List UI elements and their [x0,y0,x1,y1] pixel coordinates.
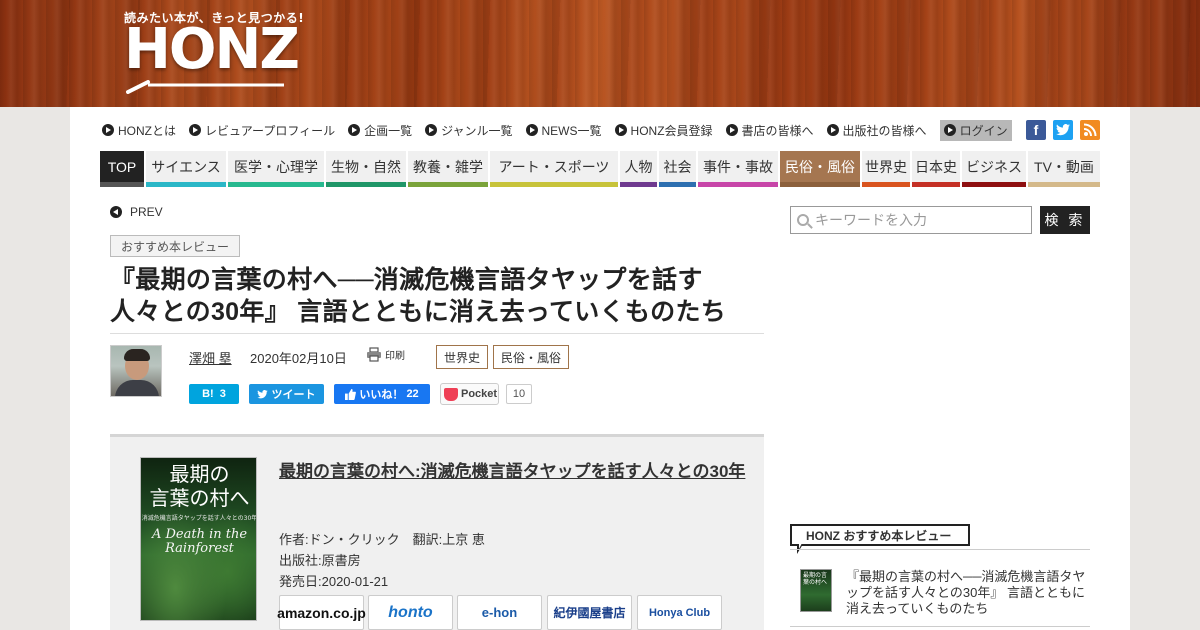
store-honto[interactable]: honto [368,595,453,630]
facebook-like-button[interactable]: いいね！ 22 [334,384,430,404]
recommended-thumbnail[interactable]: 最期の言葉の村へ [800,569,832,612]
book-release-date: 発売日:2020-01-21 [279,574,389,589]
genre-tab-top[interactable]: TOP [100,151,144,187]
nav-reviewers[interactable]: レビュアープロフィール [189,122,335,139]
book-author: 作者:ドン・クリック 翻訳:上京 恵 [279,532,485,547]
book-publisher: 出版社:原書房 [279,553,361,568]
twitter-icon [257,389,269,398]
store-honya-club[interactable]: Honya Club [637,595,722,630]
search-button[interactable]: 検 索 [1040,206,1090,234]
divider [110,333,764,334]
store-ehon[interactable]: e-hon [457,595,542,630]
publish-date: 2020年02月10日 [250,351,347,366]
tweet-button[interactable]: ツイート [249,384,324,404]
pocket-icon [444,387,458,401]
tag-folklore[interactable]: 民俗・風俗 [493,345,569,369]
nav-genres[interactable]: ジャンル一覧 [425,122,513,139]
cover-subtitle: 消滅危機言語タヤップを話す人々との30年 [141,515,257,522]
nav-about[interactable]: HONZとは [102,122,176,139]
recommended-heading: HONZ おすすめ本レビュー [790,524,970,546]
nav-register[interactable]: HONZ会員登録 [614,122,713,139]
genre-tab-folklore[interactable]: 民俗・風俗 [780,151,860,187]
pocket-count: 10 [506,384,532,404]
divider [790,626,1090,627]
print-button[interactable]: 印刷 [366,347,405,362]
book-title-link[interactable]: 最期の言葉の村へ:消滅危機言語タヤップを話す人々との30年 [279,458,749,486]
nav-bookstores[interactable]: 書店の皆様へ [725,122,814,139]
search-icon [797,214,809,226]
genre-tab-world-history[interactable]: 世界史 [862,151,910,187]
genre-tab-science[interactable]: サイエンス [146,151,226,187]
arrow-right-icon [348,124,361,136]
rss-icon[interactable] [1080,120,1100,140]
genre-tab-people[interactable]: 人物 [620,151,657,187]
arrow-right-icon [525,124,538,136]
genre-tab-biology[interactable]: 生物・自然 [326,151,406,187]
printer-icon [367,347,381,362]
genre-tab-art-sports[interactable]: アート・スポーツ [490,151,618,187]
nav-projects[interactable]: 企画一覧 [348,122,412,139]
article-title: 『最期の言葉の村へ──消滅危機言語タヤップを話す 人々との30年』 言語とともに… [110,266,727,326]
store-kinokuniya[interactable]: 紀伊國屋書店 [547,595,632,630]
nav-publishers[interactable]: 出版社の皆様へ [826,122,927,139]
cover-title: 最期の 言葉の村へ [149,462,250,510]
genre-tab-society[interactable]: 社会 [659,151,696,187]
cover-english-title: A Death in the Rainforest [151,527,248,556]
logo-magnifier-icon [126,80,284,94]
search-field[interactable]: キーワードを入力 [790,206,1032,234]
arrow-right-icon [943,124,956,136]
author-name[interactable]: 澤畑 塁 [189,348,232,367]
site-logo[interactable]: HONZ [124,22,300,78]
arrow-right-icon [725,124,738,136]
store-amazon[interactable]: amazon.co.jp [277,595,366,630]
genre-navigation: TOP サイエンス 医学・心理学 生物・自然 教養・雑学 アート・スポーツ 人物… [100,151,1100,187]
nav-news[interactable]: NEWS一覧 [525,122,602,139]
genre-tab-medicine[interactable]: 医学・心理学 [228,151,324,187]
arrow-right-icon [189,124,201,136]
genre-tab-culture[interactable]: 教養・雑学 [408,151,488,187]
genre-tab-tv-video[interactable]: TV・動画 [1028,151,1100,187]
prev-link[interactable]: PREV [110,205,163,219]
top-navigation: HONZとは レビュアープロフィール 企画一覧 ジャンル一覧 NEWS一覧 HO… [102,119,1012,141]
genre-tab-japan-history[interactable]: 日本史 [912,151,960,187]
thumbs-up-icon [345,388,357,400]
genre-tab-business[interactable]: ビジネス [962,151,1026,187]
search-input[interactable]: キーワードを入力 [815,210,927,230]
category-label[interactable]: おすすめ本レビュー [110,235,240,257]
genre-tab-incidents[interactable]: 事件・事故 [698,151,778,187]
book-cover[interactable]: 最期の 言葉の村へ 消滅危機言語タヤップを話す人々との30年 A Death in… [140,457,257,621]
arrow-right-icon [826,124,839,136]
pocket-button[interactable]: Pocket [440,383,499,405]
twitter-icon[interactable] [1053,120,1073,140]
recommended-article-link[interactable]: 『最期の言葉の村へ──消滅危機言語タヤップを話す人々との30年』 言語とともに消… [846,569,1086,617]
tag-world-history[interactable]: 世界史 [436,345,488,369]
social-links: f [1026,120,1100,140]
arrow-right-icon [614,124,627,136]
facebook-icon[interactable]: f [1026,120,1046,140]
divider [790,549,1090,550]
hatena-bookmark-button[interactable]: B! 3 [189,384,239,404]
nav-login[interactable]: ログイン [939,119,1012,141]
arrow-right-icon [102,124,114,136]
arrow-right-icon [425,124,438,136]
arrow-left-icon [110,206,122,218]
author-avatar[interactable] [110,345,162,397]
